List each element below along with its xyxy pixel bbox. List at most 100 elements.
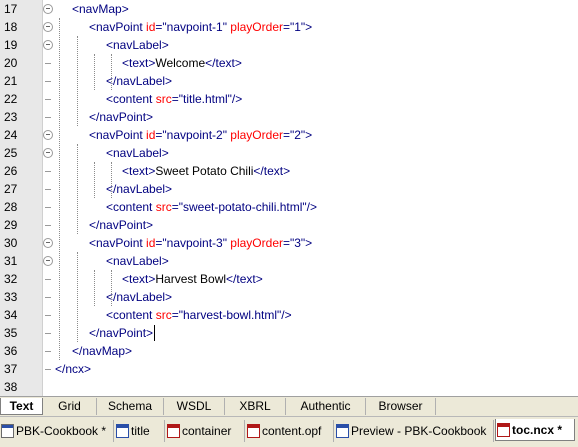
line-number: 29 [4, 218, 18, 232]
collapse-icon[interactable] [43, 238, 53, 248]
xml-tag: </text> [226, 272, 263, 286]
xml-tag: </navPoint> [89, 218, 154, 232]
document-tab[interactable]: container [166, 420, 245, 442]
indent-guide [59, 18, 60, 360]
code-line[interactable]: 27 </navLabel> [0, 180, 578, 198]
fold-line-marker [45, 189, 51, 190]
line-number: 32 [4, 272, 18, 286]
view-tab-browser[interactable]: Browser [366, 398, 436, 415]
collapse-icon[interactable] [43, 40, 53, 50]
xml-value: ="2"> [282, 128, 313, 142]
view-tab-text[interactable]: Text [0, 398, 43, 415]
xml-attribute: id [146, 236, 156, 250]
code-line[interactable]: 21 </navLabel> [0, 72, 578, 90]
code-line[interactable]: 35 </navPoint> [0, 324, 578, 342]
document-tab[interactable]: Preview - PBK-Cookbook [335, 420, 494, 442]
xml-attribute: src [155, 308, 172, 322]
code-line[interactable]: 30 <navPoint id="navpoint-3" playOrder="3… [0, 234, 578, 252]
indent-guide [111, 54, 112, 90]
xml-value: ="3"> [282, 236, 313, 250]
code-line[interactable]: 29 </navPoint> [0, 216, 578, 234]
xml-tag: </text> [205, 56, 242, 70]
code-line[interactable]: 24 <navPoint id="navpoint-2" playOrder="2… [0, 126, 578, 144]
code-line[interactable]: 32 <text>Harvest Bowl</text> [0, 270, 578, 288]
fold-line-marker [45, 225, 51, 226]
code-line[interactable]: 17 <navMap> [0, 0, 578, 18]
collapse-icon[interactable] [43, 130, 53, 140]
text-cursor [154, 325, 155, 341]
fold-line-marker [45, 351, 51, 352]
code-line[interactable]: 20 <text>Welcome</text> [0, 54, 578, 72]
code-text: </navPoint> [89, 324, 153, 342]
document-tab[interactable]: PBK-Cookbook * [0, 420, 114, 442]
document-tab-label: title [131, 424, 150, 438]
code-line[interactable]: 26 <text>Sweet Potato Chili</text> [0, 162, 578, 180]
code-text: <navPoint id="navpoint-3" playOrder="3"> [89, 234, 312, 252]
view-tab-xbrl[interactable]: XBRL [225, 398, 286, 415]
view-tab-wsdl[interactable]: WSDL [164, 398, 225, 415]
fold-line-marker [45, 279, 51, 280]
xml-tag: <content [106, 308, 156, 322]
xml-file-icon [497, 423, 510, 437]
line-number: 20 [4, 56, 18, 70]
fold-line-marker [45, 315, 51, 316]
xml-attribute: playOrder [230, 20, 283, 34]
code-text: </navMap> [72, 342, 132, 360]
xml-value: ="1"> [282, 20, 313, 34]
xml-attribute: src [155, 200, 172, 214]
code-line[interactable]: 25 <navLabel> [0, 144, 578, 162]
xml-tag: </navLabel> [106, 290, 173, 304]
view-tab-grid[interactable]: Grid [43, 398, 97, 415]
document-tab[interactable]: content.opf [246, 420, 334, 442]
code-editor[interactable]: 17 <navMap> 18 <navPoint id="navpoint-1" pl… [0, 0, 578, 396]
document-tab[interactable]: toc.ncx * [495, 419, 575, 441]
xml-attribute: src [155, 92, 172, 106]
line-number: 23 [4, 110, 18, 124]
code-line[interactable]: 33 </navLabel> [0, 288, 578, 306]
code-line[interactable]: 28 <content src="sweet-potato-chili.html"… [0, 198, 578, 216]
code-line[interactable]: 18 <navPoint id="navpoint-1" playOrder="1… [0, 18, 578, 36]
fold-line-marker [45, 369, 51, 370]
document-tab-label: toc.ncx * [512, 423, 563, 437]
fold-line-marker [45, 207, 51, 208]
code-text: </navPoint> [89, 216, 153, 234]
code-line[interactable]: 22 <content src="title.html"/> [0, 90, 578, 108]
code-line[interactable]: 19 <navLabel> [0, 36, 578, 54]
code-line[interactable]: 31 <navLabel> [0, 252, 578, 270]
line-number: 27 [4, 182, 18, 196]
xml-tag: <text> [122, 272, 156, 286]
xml-value: ="sweet-potato-chili.html"/> [171, 200, 317, 214]
line-number: 35 [4, 326, 18, 340]
collapse-icon[interactable] [43, 256, 53, 266]
line-number: 28 [4, 200, 18, 214]
code-text: <navLabel> [106, 36, 169, 54]
xml-attribute: id [146, 20, 156, 34]
line-number: 34 [4, 308, 18, 322]
code-line[interactable]: 38 [0, 378, 578, 396]
xml-tag: <text> [122, 56, 156, 70]
xml-value: ="navpoint-3" [155, 236, 231, 250]
code-text: <navMap> [72, 0, 129, 18]
xml-tag: <navLabel> [106, 38, 169, 52]
xml-tag: <content [106, 92, 156, 106]
xml-value: ="harvest-bowl.html"/> [171, 308, 292, 322]
code-text: </ncx> [55, 360, 91, 378]
code-line[interactable]: 36 </navMap> [0, 342, 578, 360]
code-line[interactable]: 23 </navPoint> [0, 108, 578, 126]
view-tab-authentic[interactable]: Authentic [286, 398, 366, 415]
code-line[interactable]: 37 </ncx> [0, 360, 578, 378]
document-tabs: PBK-Cookbook * title container content.opf P… [0, 416, 578, 447]
fold-line-marker [45, 333, 51, 334]
collapse-icon[interactable] [43, 22, 53, 32]
document-tab-label: PBK-Cookbook * [16, 424, 107, 438]
document-tab[interactable]: title [115, 420, 165, 442]
line-number: 24 [4, 128, 18, 142]
code-text: <navLabel> [106, 252, 169, 270]
collapse-icon[interactable] [43, 4, 53, 14]
collapse-icon[interactable] [43, 148, 53, 158]
fold-line-marker [45, 81, 51, 82]
xml-attribute: playOrder [230, 236, 283, 250]
code-line[interactable]: 34 <content src="harvest-bowl.html"/> [0, 306, 578, 324]
code-text: </navLabel> [106, 72, 172, 90]
view-tab-schema[interactable]: Schema [97, 398, 164, 415]
